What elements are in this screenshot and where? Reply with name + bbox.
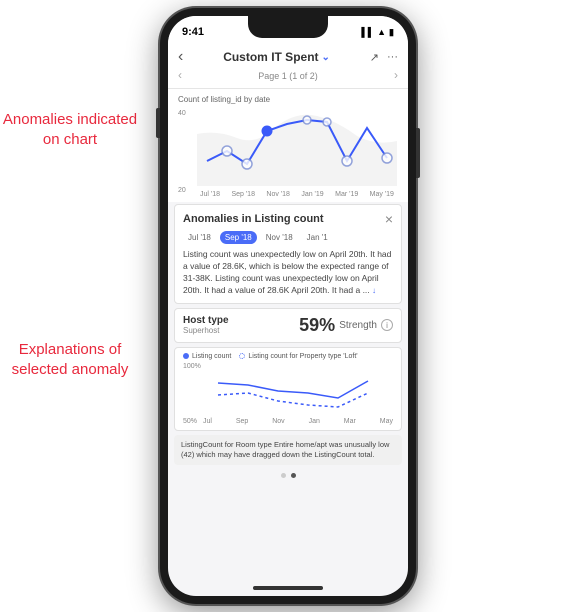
header-bar: ‹ Custom IT Spent ⌄ ↗ ··· ‹ Page 1 (1 of… [168,44,408,89]
status-icons: ▌▌ ▲ ▮ [361,27,394,38]
header-actions: ↗ ··· [370,51,398,64]
bottom-description: ListingCount for Room type Entire home/a… [174,435,402,465]
pagination-dot-1[interactable] [281,473,286,478]
anomaly-tab-jan[interactable]: Jan '1 [302,231,333,244]
legend-dot-solid [183,353,189,359]
y-axis: 40 20 [178,106,194,198]
phone-shell: 9:41 ▌▌ ▲ ▮ ‹ Custom IT Spent ⌄ ↗ ··· [160,8,416,604]
header-title: Custom IT Spent ⌄ [223,50,330,64]
y-max: 40 [178,110,194,117]
x-axis: Jul '18 Sep '18 Nov '18 Jan '19 Mar '19 … [196,191,398,198]
home-indicator[interactable] [253,586,323,590]
dropdown-icon[interactable]: ⌄ [322,52,330,63]
legend-dot-dashed [239,353,245,359]
battery-icon: ▮ [389,27,394,38]
legend-label-2: Listing count for Property type 'Loft' [248,353,357,360]
top-annotation: Anomalies indicated on chart [0,110,140,149]
strength-label: Strength [339,320,377,331]
expand-button[interactable]: ↗ [370,51,379,64]
nav-left[interactable]: ‹ [178,68,182,82]
strength-percentage: 59% Strength [299,315,377,336]
more-button[interactable]: ··· [387,51,398,63]
pagination-dots [168,469,408,482]
anomaly-tab-sep[interactable]: Sep '18 [220,231,257,244]
legend-listing-count-loft: Listing count for Property type 'Loft' [239,353,357,360]
legend-label-1: Listing count [192,353,231,360]
notch [248,16,328,38]
page-subtitle: Page 1 (1 of 2) [258,71,318,81]
chart-y-label: Count of listing_id by date [178,95,398,104]
mini-y-axis: 100% 50% [183,363,201,425]
phone-screen: 9:41 ▌▌ ▲ ▮ ‹ Custom IT Spent ⌄ ↗ ··· [168,16,408,596]
anomaly-tab-jul[interactable]: Jul '18 [183,231,216,244]
back-button[interactable]: ‹ [178,48,183,66]
nav-right[interactable]: › [394,68,398,82]
main-chart-svg [196,106,398,186]
legend-listing-count: Listing count [183,353,231,360]
anomaly-close-button[interactable]: × [385,211,393,227]
status-time: 9:41 [182,26,204,38]
anomaly-text: Listing count was unexpectedly low on Ap… [183,249,393,297]
bottom-desc-text: ListingCount for Room type Entire home/a… [181,440,389,459]
mini-chart: Listing count Listing count for Property… [174,347,402,431]
signal-icon: ▌▌ [361,27,374,37]
host-type-sub: Superhost [183,326,229,335]
anomaly-tabs[interactable]: Jul '18 Sep '18 Nov '18 Jan '1 [183,231,393,244]
bottom-annotation: Explanations of selected anomaly [0,340,140,379]
anomaly-tab-nov[interactable]: Nov '18 [261,231,298,244]
pagination-dot-2[interactable] [291,473,296,478]
anomaly-panel: Anomalies in Listing count × Jul '18 Sep… [174,204,402,304]
mini-x-axis: Jul Sep Nov Jan Mar May [203,418,393,425]
anomaly-expand-button[interactable]: ↓ [372,286,376,295]
mini-chart-svg [203,363,393,413]
host-type-label: Host type [183,315,229,326]
title-text: Custom IT Spent [223,50,318,64]
strength-panel: Host type Superhost 59% Strength i [174,308,402,343]
wifi-icon: ▲ [377,27,386,37]
info-icon[interactable]: i [381,319,393,331]
anomaly-title: Anomalies in Listing count [183,213,324,225]
mini-legend: Listing count Listing count for Property… [183,353,393,360]
y-mid: 20 [178,187,194,194]
main-chart-area: Count of listing_id by date 40 20 [168,89,408,202]
